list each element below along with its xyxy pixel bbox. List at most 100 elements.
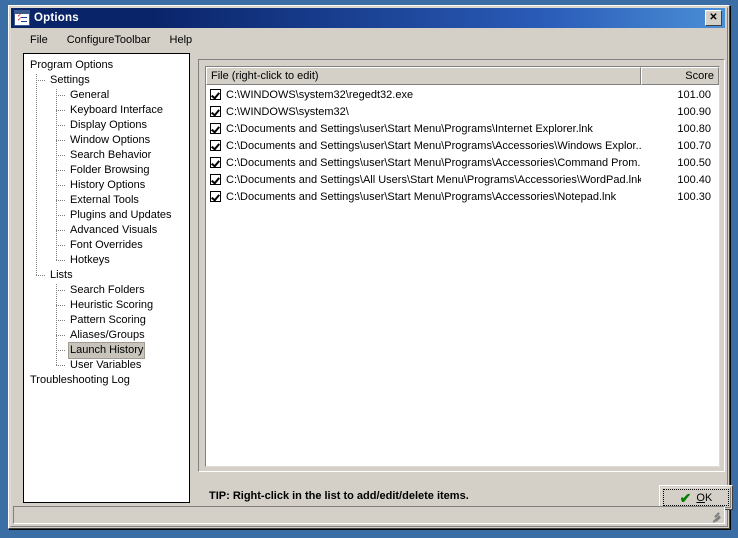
options-tree[interactable]: Program Options Settings General Keyboard I…	[23, 53, 190, 503]
tree-item-label: Heuristic Scoring	[70, 299, 154, 311]
menu-configure-toolbar[interactable]: ConfigureToolbar	[60, 32, 158, 48]
tree-item-window-options[interactable]: Window Options	[24, 133, 189, 148]
tree-item-settings[interactable]: Settings	[24, 73, 189, 88]
tree-item-label: Launch History	[68, 342, 146, 359]
tree-item-search-folders[interactable]: Search Folders	[24, 283, 189, 298]
tree-item-label: History Options	[70, 179, 146, 191]
tree-item-font-overrides[interactable]: Font Overrides	[24, 238, 189, 253]
title-bar[interactable]: ✓ ✓ Options ✕	[11, 8, 725, 28]
menu-help[interactable]: Help	[163, 32, 200, 48]
tree-connector-icon	[56, 230, 65, 231]
cell-score: 100.50	[677, 156, 711, 169]
tree-item-heuristic-scoring[interactable]: Heuristic Scoring	[24, 298, 189, 313]
options-window: ✓ ✓ Options ✕ File ConfigureToolbar Help…	[8, 5, 733, 529]
resize-grip-icon[interactable]	[709, 509, 722, 523]
cell-file: C:\Documents and Settings\user\Start Men…	[206, 140, 641, 152]
ok-button-label: OK	[696, 492, 712, 504]
tree-item-display-options[interactable]: Display Options	[24, 118, 189, 133]
column-header-file[interactable]: File (right-click to edit)	[206, 67, 641, 85]
tree-item-aliases-groups[interactable]: Aliases/Groups	[24, 328, 189, 343]
tree-connector-icon	[56, 335, 65, 336]
row-checkbox-checked-icon[interactable]	[210, 89, 221, 100]
tree-item-label: User Variables	[70, 359, 142, 371]
cell-file: C:\Documents and Settings\All Users\Star…	[206, 174, 641, 186]
tree-connector-icon	[56, 155, 65, 156]
table-row[interactable]: C:\Documents and Settings\user\Start Men…	[206, 120, 719, 137]
cell-file: C:\WINDOWS\system32\	[206, 106, 641, 118]
tree-connector-icon	[56, 320, 65, 321]
cell-score: 101.00	[677, 88, 711, 101]
row-checkbox-checked-icon[interactable]	[210, 106, 221, 117]
tree-item-program-options[interactable]: Program Options	[24, 58, 189, 73]
tree-item-history-options[interactable]: History Options	[24, 178, 189, 193]
tree-item-folder-browsing[interactable]: Folder Browsing	[24, 163, 189, 178]
tree-item-keyboard-interface[interactable]: Keyboard Interface	[24, 103, 189, 118]
table-row[interactable]: C:\Documents and Settings\All Users\Star…	[206, 171, 719, 188]
cell-file: C:\Documents and Settings\user\Start Men…	[206, 157, 641, 169]
tree-connector-icon	[56, 245, 65, 246]
tree-connector-icon	[56, 170, 65, 171]
table-row[interactable]: C:\WINDOWS\system32\ 100.90	[206, 103, 719, 120]
tree-item-label: Search Folders	[70, 284, 145, 296]
window-title: Options	[34, 12, 79, 24]
table-row[interactable]: C:\Documents and Settings\user\Start Men…	[206, 188, 719, 205]
tree-item-hotkeys[interactable]: Hotkeys	[24, 253, 189, 268]
tree-connector-icon	[36, 275, 45, 276]
row-checkbox-checked-icon[interactable]	[210, 140, 221, 151]
tree-guide-lists-children	[56, 284, 57, 365]
tree-connector-icon	[36, 80, 45, 81]
tree-item-general[interactable]: General	[24, 88, 189, 103]
tree-item-label: Plugins and Updates	[70, 209, 172, 221]
tree-item-label: Search Behavior	[70, 149, 152, 161]
tree-item-label: Program Options	[30, 59, 114, 71]
tree-item-pattern-scoring[interactable]: Pattern Scoring	[24, 313, 189, 328]
tree-item-label: Advanced Visuals	[70, 224, 158, 236]
tree-guide-settings-children	[56, 89, 57, 260]
status-bar	[13, 506, 725, 524]
column-header-score[interactable]: Score	[641, 67, 719, 85]
tree-connector-icon	[56, 140, 65, 141]
tree-item-advanced-visuals[interactable]: Advanced Visuals	[24, 223, 189, 238]
tree-item-plugins-and-updates[interactable]: Plugins and Updates	[24, 208, 189, 223]
launch-history-list[interactable]: File (right-click to edit) Score C:\WIND…	[205, 66, 720, 467]
menu-bar: File ConfigureToolbar Help	[11, 30, 725, 49]
tree-item-label: Folder Browsing	[70, 164, 150, 176]
file-path-label: C:\Documents and Settings\user\Start Men…	[226, 156, 641, 169]
row-checkbox-checked-icon[interactable]	[210, 191, 221, 202]
row-checkbox-checked-icon[interactable]	[210, 174, 221, 185]
row-checkbox-checked-icon[interactable]	[210, 123, 221, 134]
tree-item-external-tools[interactable]: External Tools	[24, 193, 189, 208]
tree-item-label: Troubleshooting Log	[30, 374, 130, 386]
table-row[interactable]: C:\WINDOWS\system32\regedt32.exe 101.00	[206, 86, 719, 103]
tree-connector-icon	[56, 95, 65, 96]
table-row[interactable]: C:\Documents and Settings\user\Start Men…	[206, 154, 719, 171]
cell-file: C:\Documents and Settings\user\Start Men…	[206, 191, 641, 203]
ok-button-focus-ring: ✔ OK	[663, 489, 729, 506]
file-path-label: C:\Documents and Settings\user\Start Men…	[226, 190, 617, 203]
ok-label-rest: K	[704, 491, 713, 504]
cell-file: C:\WINDOWS\system32\regedt32.exe	[206, 89, 641, 101]
cell-score: 100.90	[677, 105, 711, 118]
file-path-label: C:\WINDOWS\system32\	[226, 105, 349, 118]
tree-item-lists[interactable]: Lists	[24, 268, 189, 283]
tree-connector-icon	[56, 200, 65, 201]
list-header: File (right-click to edit) Score	[206, 67, 719, 85]
ok-label-mnemonic: O	[696, 491, 705, 504]
menu-file[interactable]: File	[23, 32, 55, 48]
tree-connector-icon	[56, 260, 65, 261]
row-checkbox-checked-icon[interactable]	[210, 157, 221, 168]
tree-item-launch-history[interactable]: Launch History	[24, 342, 189, 359]
tree-item-label: Pattern Scoring	[70, 314, 146, 326]
tree-connector-icon	[56, 110, 65, 111]
tree-item-troubleshooting-log[interactable]: Troubleshooting Log	[24, 373, 189, 388]
cell-score: 100.40	[677, 173, 711, 186]
table-row[interactable]: C:\Documents and Settings\user\Start Men…	[206, 137, 719, 154]
tip-label: TIP: Right-click in the list to add/edit…	[209, 490, 469, 502]
tree-item-search-behavior[interactable]: Search Behavior	[24, 148, 189, 163]
tree-connector-icon	[56, 305, 65, 306]
tree-item-label: Lists	[50, 269, 73, 281]
cell-file: C:\Documents and Settings\user\Start Men…	[206, 123, 641, 135]
close-button[interactable]: ✕	[705, 10, 722, 26]
tree-item-label: Aliases/Groups	[70, 329, 145, 341]
tree-item-user-variables[interactable]: User Variables	[24, 358, 189, 373]
